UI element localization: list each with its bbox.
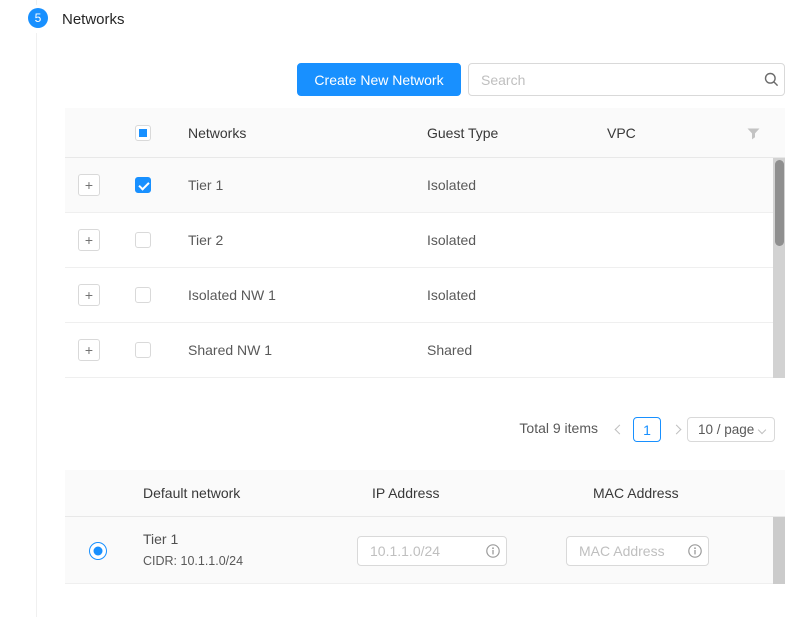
- ip-address-input[interactable]: [358, 543, 480, 559]
- network-guest-type: Isolated: [427, 287, 476, 303]
- page-size-select[interactable]: 10 / page: [687, 417, 775, 442]
- pagination-page-1[interactable]: 1: [633, 417, 661, 442]
- network-row-shared-nw1[interactable]: + Shared NW 1 Shared: [65, 323, 785, 378]
- default-network-radio[interactable]: [89, 542, 107, 560]
- step-title: Networks: [62, 11, 125, 28]
- column-header-guest-type: Guest Type: [427, 125, 498, 141]
- step-number-badge: 5: [28, 8, 48, 28]
- expand-row-button[interactable]: +: [78, 339, 100, 361]
- page-size-value: 10 / page: [688, 422, 759, 437]
- create-new-network-label: Create New Network: [314, 72, 443, 88]
- create-new-network-button[interactable]: Create New Network: [297, 63, 461, 96]
- search-icon[interactable]: [758, 72, 784, 87]
- search-box[interactable]: [468, 63, 785, 96]
- chevron-left-icon: [614, 425, 624, 435]
- network-row-tier2[interactable]: + Tier 2 Isolated: [65, 213, 785, 268]
- networks-table: Networks Guest Type VPC + Tier 1 Isolate…: [65, 108, 785, 378]
- search-input[interactable]: [469, 72, 758, 88]
- vertical-scrollbar-track[interactable]: [773, 158, 785, 378]
- column-header-ip-address: IP Address: [372, 485, 439, 501]
- mac-address-input[interactable]: [567, 543, 682, 559]
- networks-table-header: Networks Guest Type VPC: [65, 108, 785, 158]
- select-all-checkbox[interactable]: [135, 125, 151, 141]
- step-number: 5: [35, 11, 42, 25]
- network-row-tier1[interactable]: + Tier 1 Isolated: [65, 158, 785, 213]
- filter-icon[interactable]: [747, 127, 760, 143]
- ip-address-field[interactable]: [357, 536, 507, 566]
- pagination-prev-button[interactable]: [611, 417, 627, 442]
- network-guest-type: Isolated: [427, 177, 476, 193]
- networks-step-screen: 5 Networks Create New Network Networks G…: [0, 0, 805, 628]
- pagination-current-page: 1: [643, 422, 651, 438]
- step-connector: [36, 33, 37, 617]
- network-guest-type: Isolated: [427, 232, 476, 248]
- column-header-vpc: VPC: [607, 125, 636, 141]
- default-network-row-tier1[interactable]: Tier 1 CIDR: 10.1.1.0/24: [65, 517, 785, 584]
- expand-row-button[interactable]: +: [78, 284, 100, 306]
- column-header-networks: Networks: [188, 125, 246, 141]
- default-network-name: Tier 1: [143, 531, 178, 547]
- column-header-mac-address: MAC Address: [593, 485, 679, 501]
- chevron-right-icon: [671, 425, 681, 435]
- chevron-down-icon: [758, 425, 766, 433]
- info-icon: [682, 544, 708, 558]
- default-network-table: Default network IP Address MAC Address T…: [65, 470, 785, 584]
- pagination-next-button[interactable]: [668, 417, 684, 442]
- default-network-cidr: CIDR: 10.1.1.0/24: [143, 554, 243, 568]
- network-name: Shared NW 1: [188, 342, 272, 358]
- network-name: Isolated NW 1: [188, 287, 276, 303]
- row-checkbox-tier1[interactable]: [135, 177, 151, 193]
- network-name: Tier 1: [188, 177, 223, 193]
- network-row-isolated-nw1[interactable]: + Isolated NW 1 Isolated: [65, 268, 785, 323]
- pagination-total: Total 9 items: [519, 420, 598, 436]
- network-guest-type: Shared: [427, 342, 472, 358]
- column-header-default-network: Default network: [143, 485, 240, 501]
- row-checkbox-tier2[interactable]: [135, 232, 151, 248]
- vertical-scrollbar-thumb[interactable]: [775, 160, 784, 246]
- info-icon: [480, 544, 506, 558]
- vertical-scrollbar-track[interactable]: [773, 517, 785, 584]
- default-network-table-header: Default network IP Address MAC Address: [65, 470, 785, 517]
- step-connector-top: [36, 0, 37, 5]
- expand-row-button[interactable]: +: [78, 174, 100, 196]
- row-checkbox-shared-nw1[interactable]: [135, 342, 151, 358]
- network-name: Tier 2: [188, 232, 223, 248]
- row-checkbox-isolated-nw1[interactable]: [135, 287, 151, 303]
- mac-address-field[interactable]: [566, 536, 709, 566]
- expand-row-button[interactable]: +: [78, 229, 100, 251]
